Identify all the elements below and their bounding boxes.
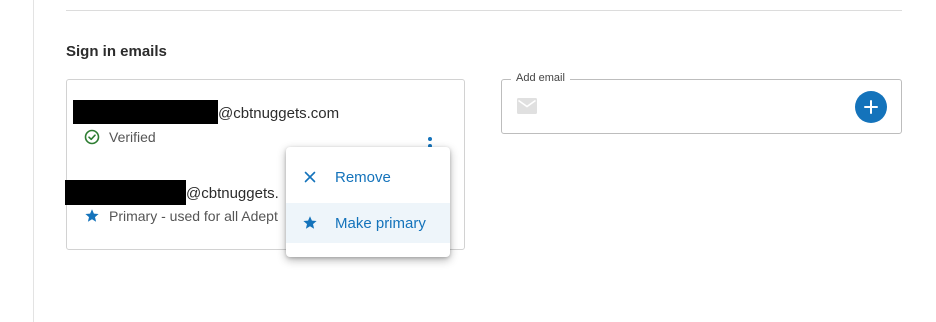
- menu-item-remove[interactable]: Remove: [286, 157, 450, 197]
- menu-item-make-primary[interactable]: Make primary: [286, 203, 450, 243]
- close-icon: [304, 171, 316, 183]
- star-icon: [303, 216, 317, 229]
- star-icon: [85, 209, 99, 222]
- add-email-field[interactable]: Add email: [501, 72, 902, 134]
- status-text: Verified: [109, 129, 156, 145]
- plus-icon: [864, 100, 878, 114]
- add-email-label: Add email: [511, 72, 570, 84]
- mail-icon: [517, 98, 537, 114]
- section-title: Sign in emails: [66, 43, 167, 60]
- redacted-email-user: [65, 180, 186, 205]
- email-options-menu: Remove Make primary: [286, 147, 450, 257]
- add-email-button[interactable]: [855, 91, 887, 123]
- menu-item-label: Remove: [335, 168, 391, 186]
- email-address-suffix: @cbtnuggets.com: [218, 105, 340, 122]
- email-status: Primary - used for all Adept: [84, 208, 278, 224]
- left-divider: [33, 0, 34, 322]
- redacted-email-user: [73, 100, 218, 124]
- email-status: Verified: [84, 129, 156, 145]
- top-divider: [66, 10, 902, 11]
- email-address-suffix: @cbtnuggets.: [186, 185, 279, 202]
- check-circle-icon: [84, 129, 100, 145]
- add-email-input[interactable]: [546, 94, 850, 122]
- status-text: Primary - used for all Adept: [109, 208, 278, 224]
- menu-item-label: Make primary: [335, 214, 426, 232]
